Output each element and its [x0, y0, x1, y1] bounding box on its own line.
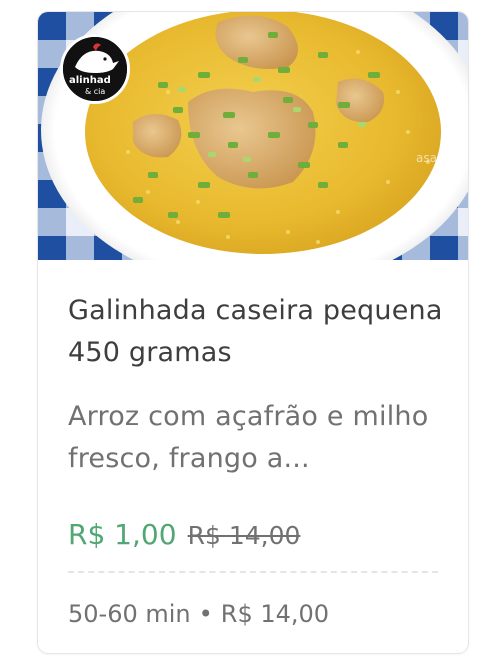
- price-original: R$ 14,00: [187, 521, 301, 550]
- product-card[interactable]: asa n alinhad & cia Galinhada caseira pe…: [38, 12, 468, 653]
- divider: [68, 571, 438, 573]
- price-current: R$ 1,00: [68, 518, 177, 551]
- watermark-text: asa n: [416, 151, 448, 165]
- delivery-info: 50-60 min • R$ 14,00: [68, 600, 329, 628]
- product-photo: asa n alinhad & cia: [38, 12, 468, 260]
- product-title: Galinhada caseira pequena 450 gramas: [68, 295, 443, 368]
- restaurant-logo: alinhad & cia: [60, 34, 130, 104]
- separator-dot: •: [198, 600, 213, 628]
- product-description: Arroz com açafrão e milho fresco, frango…: [68, 401, 429, 474]
- price-row: R$ 1,00 R$ 14,00: [68, 518, 300, 551]
- logo-text-line2: & cia: [85, 87, 105, 96]
- delivery-time: 50-60 min: [68, 600, 191, 628]
- logo-text-line1: alinhad: [69, 75, 111, 86]
- delivery-fee: R$ 14,00: [220, 600, 330, 628]
